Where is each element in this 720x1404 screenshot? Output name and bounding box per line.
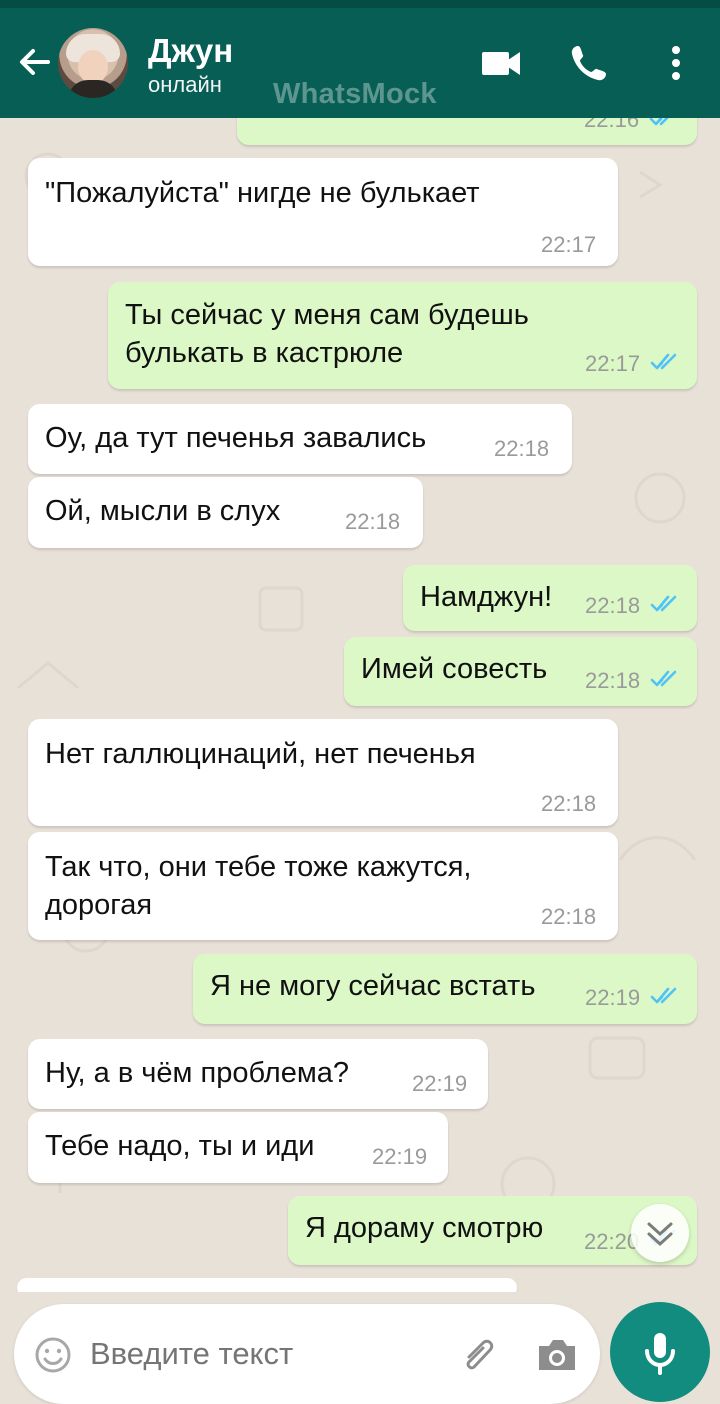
message-text: Намджун! <box>420 581 553 613</box>
incoming-message[interactable]: "Пожалуйста" нигде не булькает 22:17 <box>28 158 618 266</box>
scroll-to-bottom-button[interactable] <box>631 1204 689 1262</box>
outgoing-message[interactable]: Намджун! 22:18 <box>403 565 697 631</box>
message-text: Ой, мысли в слух <box>45 495 281 527</box>
contact-name[interactable]: Джун <box>148 32 233 70</box>
message-timestamp: 22:16 <box>584 118 640 132</box>
outgoing-message[interactable]: Джун, ну пожалуйста22:16 <box>237 118 697 145</box>
incoming-message[interactable]: Так что, они тебе тоже кажутся, дорогая 22… <box>28 832 618 940</box>
message-timestamp: 22:18 <box>585 668 641 693</box>
incoming-message[interactable]: Нет галлюцинаций, нет печенья 22:18 <box>28 719 618 826</box>
status-bar <box>0 0 720 8</box>
message-text: Оу, да тут печенья завались <box>45 422 427 454</box>
camera-icon[interactable] <box>534 1334 580 1376</box>
emoji-icon[interactable] <box>34 1336 72 1374</box>
message-timestamp: 22:19 <box>412 1071 468 1096</box>
message-text: Тебе надо, ты и иди <box>45 1130 315 1162</box>
avatar-face <box>78 50 108 84</box>
voice-call-icon[interactable] <box>568 42 610 84</box>
message-timestamp: 22:19 <box>585 985 641 1010</box>
microphone-button[interactable] <box>610 1302 710 1402</box>
message-timestamp: 22:17 <box>585 351 641 376</box>
message-timestamp: 22:18 <box>541 791 597 816</box>
message-input[interactable] <box>90 1332 420 1376</box>
microphone-icon <box>645 1333 675 1375</box>
message-text: Ты сейчас у меня сам будешь булькать в ка… <box>125 299 529 369</box>
message-timestamp: 22:18 <box>541 904 597 929</box>
message-timestamp: 22:17 <box>541 232 597 257</box>
outgoing-message[interactable]: Ты сейчас у меня сам будешь булькать в ка… <box>108 282 697 389</box>
message-timestamp: 22:18 <box>345 509 401 534</box>
read-receipt-icon <box>649 118 669 126</box>
message-text: Нет галлюцинаций, нет печенья <box>45 738 476 770</box>
incoming-message[interactable]: Ой, мысли в слух 22:18 <box>28 477 423 548</box>
message-text: Имей совесть <box>361 653 548 685</box>
avatar-clothing <box>68 80 118 98</box>
video-call-icon[interactable] <box>480 42 522 84</box>
message-text: "Пожалуйста" нигде не булькает <box>45 177 480 209</box>
more-options-icon[interactable] <box>655 42 697 84</box>
incoming-message[interactable]: Оу, да тут печенья завались 22:18 <box>28 404 572 474</box>
contact-status: онлайн <box>148 72 222 97</box>
avatar[interactable] <box>58 28 128 98</box>
watermark-text: WhatsMock <box>273 78 437 110</box>
message-text: Так что, они тебе тоже кажутся, дорогая <box>45 851 472 921</box>
double-chevron-down-icon <box>647 1222 673 1247</box>
message-timestamp: 22:18 <box>494 436 550 461</box>
paperclip-icon[interactable] <box>456 1336 498 1378</box>
read-receipt-icon <box>650 595 677 612</box>
incoming-message[interactable]: Ну, а в чём проблема? 22:19 <box>28 1039 488 1109</box>
message-timestamp: 22:18 <box>585 593 641 618</box>
message-text: Ну, а в чём проблема? <box>45 1057 350 1089</box>
outgoing-message[interactable]: Имей совесть 22:18 <box>344 637 697 706</box>
read-receipt-icon <box>650 353 677 370</box>
read-receipt-icon <box>650 987 677 1004</box>
message-timestamp: 22:19 <box>372 1144 428 1169</box>
message-text: Я не могу сейчас встать <box>210 970 536 1002</box>
message-list[interactable]: Джун, ну пожалуйста22:16 "Пожалуйста" ниг… <box>0 118 720 1292</box>
outgoing-message[interactable]: Я не могу сейчас встать 22:19 <box>193 954 697 1024</box>
message-composer <box>14 1304 600 1404</box>
next-message-edge <box>17 1278 517 1292</box>
back-arrow-icon[interactable] <box>14 42 54 82</box>
message-text: Я дораму смотрю <box>305 1212 544 1244</box>
incoming-message[interactable]: Тебе надо, ты и иди 22:19 <box>28 1112 448 1183</box>
read-receipt-icon <box>650 670 677 687</box>
